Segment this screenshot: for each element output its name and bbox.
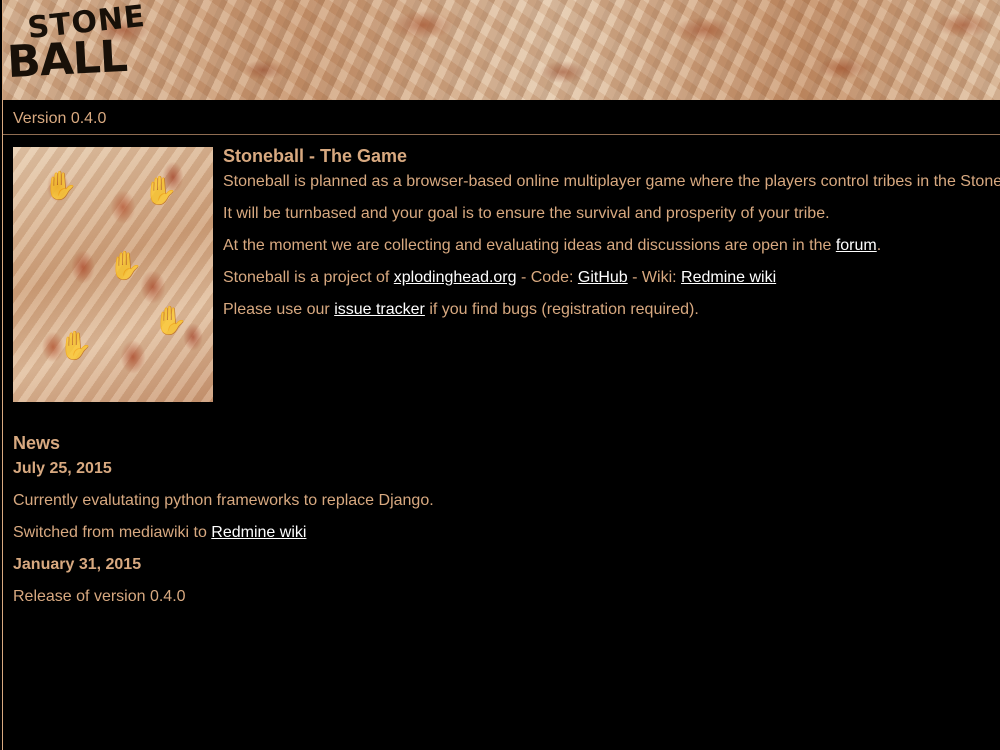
header-banner: STONE BALL: [3, 0, 1000, 100]
forum-link[interactable]: forum: [836, 237, 877, 254]
hand-print-icon: ✋: [153, 305, 188, 336]
version-bar: Version 0.4.0: [3, 100, 1000, 135]
intro-title: Stoneball - The Game: [223, 146, 408, 166]
github-link[interactable]: GitHub: [578, 269, 628, 286]
logo-line-2: BALL: [5, 30, 129, 89]
hand-print-icon: ✋: [108, 250, 143, 281]
news-item: Currently evalutating python frameworks …: [13, 492, 434, 509]
news-heading: News: [13, 433, 61, 453]
intro-description: Stoneball is planned as a browser-based …: [223, 173, 1000, 190]
hand-print-icon: ✋: [143, 175, 178, 206]
intro-turnbased-text: It will be turnbased and your goal is to…: [223, 205, 830, 222]
news-redmine-wiki-link[interactable]: Redmine wiki: [211, 524, 306, 541]
xplodinghead-link[interactable]: xplodinghead.org: [394, 269, 517, 286]
intro-forum-text: At the moment we are collecting and eval…: [223, 237, 882, 254]
version-label: Version 0.4.0: [13, 110, 107, 127]
cave-painting-image: ✋ ✋ ✋ ✋ ✋: [13, 147, 213, 402]
issue-tracker-link[interactable]: issue tracker: [334, 301, 425, 318]
news-date: July 25, 2015: [13, 460, 112, 477]
redmine-wiki-link[interactable]: Redmine wiki: [681, 269, 776, 286]
intro-issue-text: Please use our issue tracker if you find…: [223, 301, 699, 318]
news-item: Switched from mediawiki to Redmine wiki: [13, 524, 307, 541]
intro-project-text: Stoneball is a project of xplodinghead.o…: [223, 269, 777, 286]
hand-print-icon: ✋: [58, 330, 93, 361]
news-item: Release of version 0.4.0: [13, 588, 186, 605]
stoneball-logo[interactable]: STONE BALL: [6, 0, 147, 88]
news-date: January 31, 2015: [13, 556, 142, 573]
hand-print-icon: ✋: [43, 170, 78, 201]
